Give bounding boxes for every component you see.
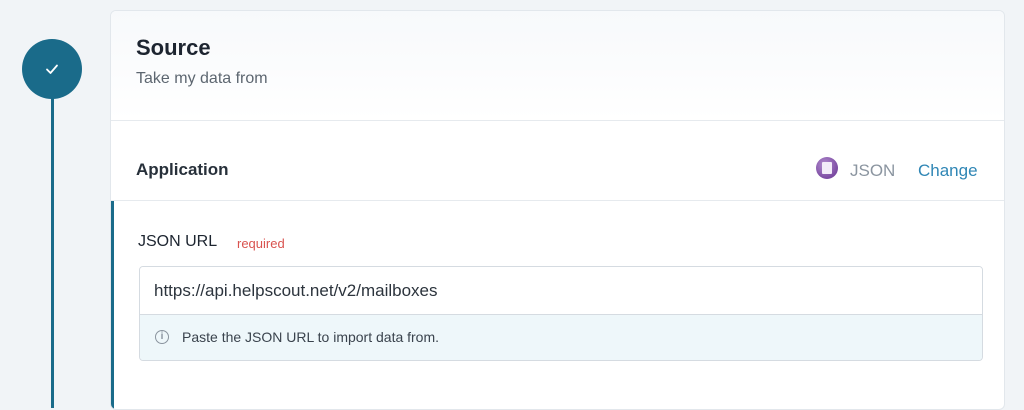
source-card: Source Take my data from Application JSO… [110,10,1005,410]
step-status-indicator [22,39,82,99]
json-url-hint: i Paste the JSON URL to import data from… [140,315,982,360]
source-subtitle: Take my data from [136,70,268,87]
info-icon: i [155,330,169,344]
required-indicator: required [237,236,285,251]
source-title: Source [136,35,211,60]
json-url-field-group: i Paste the JSON URL to import data from… [139,266,983,361]
json-url-label: JSON URL [138,233,218,250]
application-row: Application JSON Change [111,121,1004,201]
change-application-link[interactable]: Change [918,161,978,181]
json-url-hint-text: Paste the JSON URL to import data from. [182,329,440,345]
checkmark-icon [46,64,58,74]
step-connector-line [51,98,54,408]
source-header: Source Take my data from [111,11,1004,121]
application-name: JSON [850,161,896,180]
json-app-icon [816,157,838,179]
application-label: Application [136,160,229,179]
json-url-section: JSON URL required i Paste the JSON URL t… [111,201,1004,409]
json-url-input[interactable] [140,267,982,315]
